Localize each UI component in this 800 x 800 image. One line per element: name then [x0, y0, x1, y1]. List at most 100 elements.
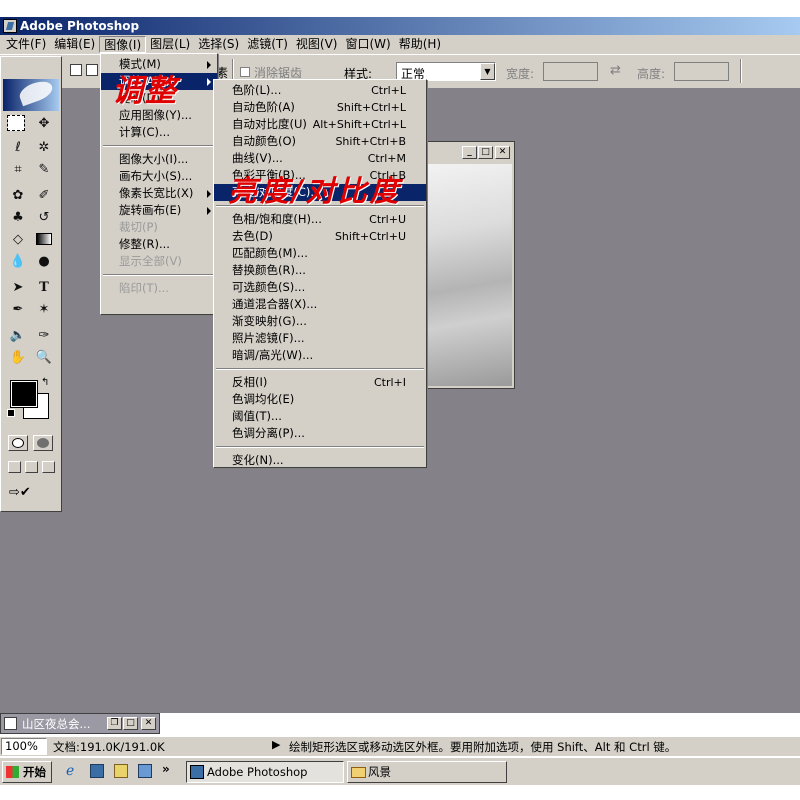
toolbox-logo[interactable]	[3, 77, 59, 111]
adjust-auto-color[interactable]: 自动颜色(O) Shift+Ctrl+B	[214, 133, 426, 150]
maximize-icon[interactable]: □	[478, 146, 493, 159]
notes-tool-icon[interactable]: 🔈	[7, 325, 29, 345]
outlook-icon[interactable]	[90, 764, 104, 778]
zoom-tool-icon[interactable]: 🔍	[33, 347, 55, 367]
image-menu-image-size[interactable]: 图像大小(I)...	[101, 151, 217, 168]
image-menu-pixel-aspect[interactable]: 像素长宽比(X)	[101, 185, 217, 202]
screen-mode-full-icon[interactable]	[42, 461, 55, 473]
adjust-invert[interactable]: 反相(I) Ctrl+I	[214, 374, 426, 391]
image-menu-mode[interactable]: 模式(M)	[101, 56, 217, 73]
swap-colors-icon[interactable]: ↰	[41, 377, 49, 388]
foreground-color-swatch[interactable]	[10, 380, 38, 408]
adjust-equalize[interactable]: 色调均化(E)	[214, 391, 426, 408]
adjust-gradient-map[interactable]: 渐变映射(G)...	[214, 313, 426, 330]
antialias-checkbox[interactable]	[240, 67, 250, 77]
hand-tool-icon[interactable]: ✋	[7, 347, 29, 367]
chevron-down-icon[interactable]: ▼	[480, 63, 495, 80]
menu-edit[interactable]: 编辑(E)	[50, 36, 99, 53]
menu-separator	[103, 274, 215, 276]
adjust-hue-saturation[interactable]: 色相/饱和度(H)... Ctrl+U	[214, 211, 426, 228]
eyedropper-tool-icon[interactable]: ✑	[33, 325, 55, 345]
lasso-tool-icon[interactable]: ℓ	[7, 137, 29, 157]
menu-view[interactable]: 视图(V)	[292, 36, 342, 53]
type-tool-icon[interactable]: T	[33, 277, 55, 297]
adjust-auto-contrast[interactable]: 自动对比度(U) Alt+Shift+Ctrl+L	[214, 116, 426, 133]
status-arrow-icon[interactable]: ▶	[272, 738, 280, 751]
dodge-tool-icon[interactable]: ●	[33, 251, 55, 271]
gradient-tool-icon[interactable]	[33, 229, 55, 249]
menu-help[interactable]: 帮助(H)	[395, 36, 445, 53]
blur-tool-icon[interactable]: 💧	[7, 251, 29, 271]
adjust-match-color[interactable]: 匹配颜色(M)...	[214, 245, 426, 262]
jump-to-imageready-icon[interactable]: ⇨✔	[9, 485, 55, 503]
brush-tool-icon[interactable]: ✐	[33, 185, 55, 205]
feather-icon	[16, 77, 56, 107]
adjust-replace-color[interactable]: 替换颜色(R)...	[214, 262, 426, 279]
image-menu-canvas-size[interactable]: 画布大小(S)...	[101, 168, 217, 185]
media-icon[interactable]	[138, 764, 152, 778]
adjust-auto-levels[interactable]: 自动色阶(A) Shift+Ctrl+L	[214, 99, 426, 116]
image-menu-rotate-canvas[interactable]: 旋转画布(E)	[101, 202, 217, 219]
selection-mode-add-icon[interactable]	[86, 64, 98, 76]
restore-icon[interactable]: ❐	[107, 717, 122, 730]
document-size[interactable]: 文档:191.0K/191.0K	[53, 739, 165, 755]
menu-window[interactable]: 窗口(W)	[341, 36, 394, 53]
menu-file[interactable]: 文件(F)	[2, 36, 50, 53]
task-folder[interactable]: 风景	[347, 761, 507, 783]
menu-filter[interactable]: 滤镜(T)	[243, 36, 292, 53]
adjust-variations[interactable]: 变化(N)...	[214, 452, 426, 469]
adjust-levels[interactable]: 色阶(L)... Ctrl+L	[214, 82, 426, 99]
image-menu-trap: 陷印(T)...	[119, 281, 169, 295]
move-tool-icon[interactable]: ✥	[33, 113, 55, 133]
toolbox: ✥ ℓ ✲ ⌗ ✎ ✿ ✐ ♣ ↺ ◇ 💧 ● ➤ T ✒ ✶ 🔈 ✑ ✋ 🔍 …	[0, 56, 62, 512]
quicklaunch-more[interactable]: »	[162, 762, 170, 776]
task-photoshop[interactable]: Adobe Photoshop	[186, 761, 344, 783]
maximize-icon[interactable]: □	[123, 717, 138, 730]
image-window[interactable]: _ □ ✕	[423, 141, 515, 389]
minimize-icon[interactable]: _	[462, 146, 477, 159]
healing-brush-tool-icon[interactable]: ✿	[7, 185, 29, 205]
screen-mode-menubar-icon[interactable]	[25, 461, 38, 473]
swap-icon[interactable]: ⇄	[610, 63, 621, 78]
close-icon[interactable]: ✕	[495, 146, 510, 159]
ie-icon[interactable]: ℯ	[66, 763, 74, 779]
width-input[interactable]	[543, 62, 598, 81]
image-menu-calculations[interactable]: 计算(C)...	[101, 124, 217, 141]
shape-tool-icon[interactable]: ✶	[33, 299, 55, 319]
clone-stamp-tool-icon[interactable]: ♣	[7, 207, 29, 227]
default-colors-icon[interactable]	[7, 409, 15, 417]
adjust-photo-filter[interactable]: 照片滤镜(F)...	[214, 330, 426, 347]
adjust-curves[interactable]: 曲线(V)... Ctrl+M	[214, 150, 426, 167]
image-menu-trim[interactable]: 修整(R)...	[101, 236, 217, 253]
pen-tool-icon[interactable]: ✒	[7, 299, 29, 319]
crop-tool-icon[interactable]: ⌗	[7, 159, 29, 179]
start-button[interactable]: 开始	[2, 761, 52, 783]
menu-image[interactable]: 图像(I)	[99, 36, 147, 53]
adjust-selective-color[interactable]: 可选颜色(S)...	[214, 279, 426, 296]
screen-mode-standard-icon[interactable]	[8, 461, 21, 473]
eraser-tool-icon[interactable]: ◇	[7, 229, 29, 249]
quick-mask-mode-icon[interactable]	[33, 435, 53, 451]
zoom-field[interactable]: 100%	[1, 738, 47, 755]
minimized-document[interactable]: 山区夜总会... ❐ □ ✕	[0, 713, 160, 734]
adjust-channel-mixer[interactable]: 通道混合器(X)...	[214, 296, 426, 313]
menu-layer[interactable]: 图层(L)	[146, 36, 194, 53]
image-menu-crop: 裁切(P)	[119, 220, 158, 234]
desktop-icon[interactable]	[114, 764, 128, 778]
height-input[interactable]	[674, 62, 729, 81]
slice-tool-icon[interactable]: ✎	[33, 159, 55, 179]
adjust-shadow-highlight[interactable]: 暗调/高光(W)...	[214, 347, 426, 364]
selection-mode-new-icon[interactable]	[70, 64, 82, 76]
magic-wand-tool-icon[interactable]: ✲	[33, 137, 55, 157]
history-brush-tool-icon[interactable]: ↺	[33, 207, 55, 227]
adjust-threshold[interactable]: 阈值(T)...	[214, 408, 426, 425]
image-menu-apply-image[interactable]: 应用图像(Y)...	[101, 107, 217, 124]
close-icon[interactable]: ✕	[141, 717, 156, 730]
adjust-posterize[interactable]: 色调分离(P)...	[214, 425, 426, 442]
standard-mode-icon[interactable]	[8, 435, 28, 451]
marquee-tool-icon[interactable]	[7, 115, 25, 131]
path-selection-tool-icon[interactable]: ➤	[7, 277, 29, 297]
annotation-brightness-contrast: 亮度/对比度	[228, 174, 402, 208]
adjust-desaturate[interactable]: 去色(D) Shift+Ctrl+U	[214, 228, 426, 245]
menu-select[interactable]: 选择(S)	[194, 36, 243, 53]
